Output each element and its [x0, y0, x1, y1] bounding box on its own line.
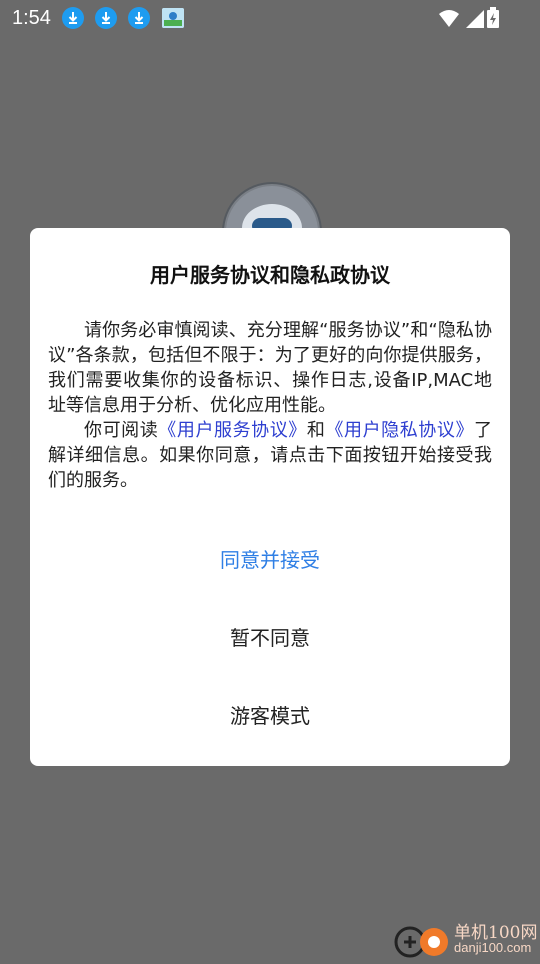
user-service-agreement-link[interactable]: 《用户服务协议》 [158, 420, 307, 441]
download-icon [95, 7, 117, 29]
battery-charging-icon [486, 7, 500, 34]
agree-accept-button[interactable]: 同意并接受 [30, 546, 510, 574]
download-icon [128, 7, 150, 29]
watermark-logo-icon [392, 920, 450, 960]
dialog-title: 用户服务协议和隐私政协议 [150, 263, 390, 287]
disagree-button[interactable]: 暂不同意 [30, 624, 510, 652]
para2-and: 和 [306, 420, 326, 441]
app-thumbnail-icon [162, 8, 184, 28]
status-bar: 1:54 [0, 0, 540, 36]
watermark: 单机100网 danji100.com [392, 916, 540, 960]
agreement-paragraph-1: 请你务必审慎阅读、充分理解“服务协议”和“隐私协议”各条款，包括但不限于：为了更… [48, 320, 492, 416]
guest-mode-button[interactable]: 游客模式 [30, 702, 510, 730]
privacy-agreement-dialog: 用户服务协议和隐私政协议 请你务必审慎阅读、充分理解“服务协议”和“隐私协议”各… [30, 228, 510, 766]
wifi-icon [439, 10, 459, 27]
signal-icon [466, 10, 484, 28]
user-privacy-agreement-link[interactable]: 《用户隐私协议》 [325, 420, 474, 441]
dialog-body: 请你务必审慎阅读、充分理解“服务协议”和“隐私协议”各条款，包括但不限于：为了更… [48, 318, 492, 493]
status-time: 1:54 [12, 7, 51, 29]
agreement-paragraph-2: 你可阅读《用户服务协议》和《用户隐私协议》了解详细信息。如果你同意，请点击下面按… [48, 418, 492, 493]
download-icon [62, 7, 84, 29]
para2-prefix: 你可阅读 [84, 420, 159, 441]
watermark-domain: danji100.com [454, 940, 532, 955]
